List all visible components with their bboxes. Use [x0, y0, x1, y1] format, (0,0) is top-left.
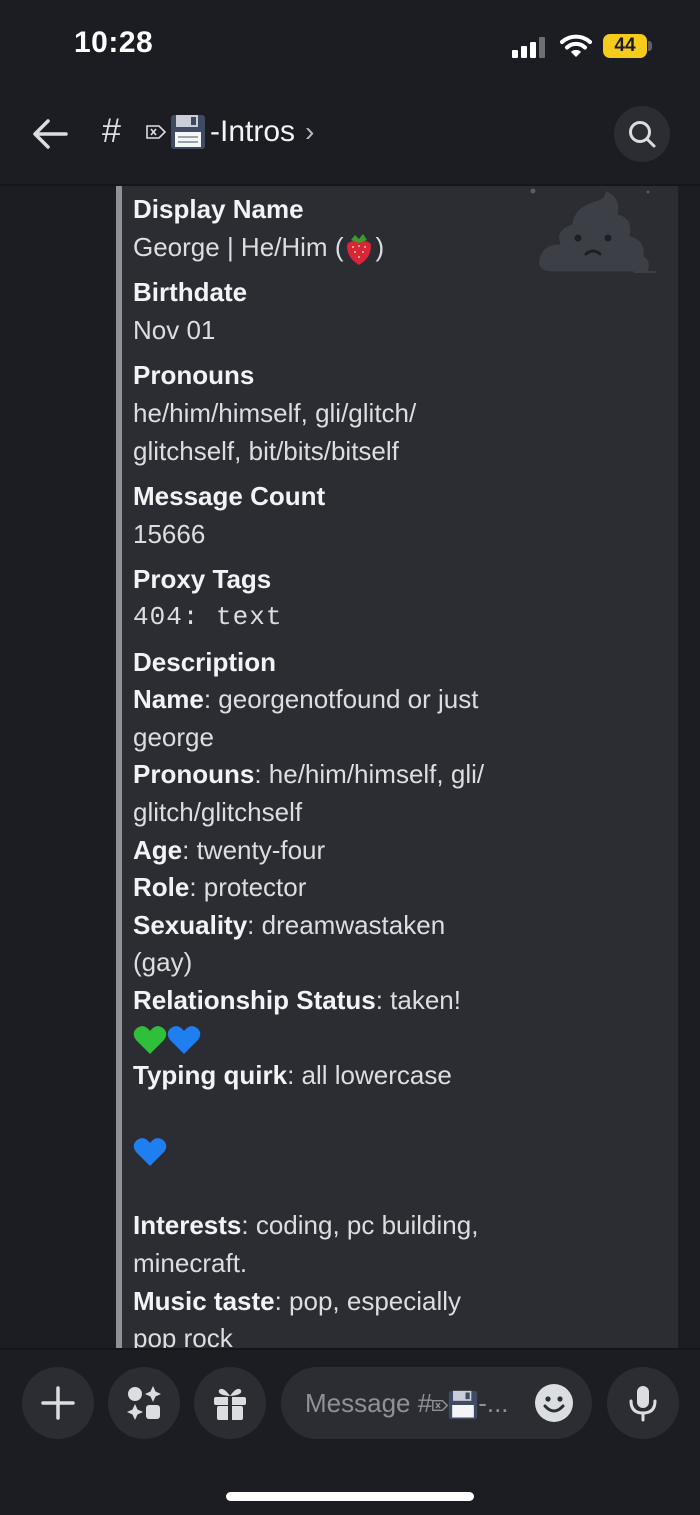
wifi-icon	[560, 34, 592, 57]
desc-age-line: Age: twenty-four	[133, 834, 326, 865]
emoji-picker-icon[interactable]	[534, 1383, 574, 1423]
add-attachment-button[interactable]	[22, 1367, 94, 1439]
desc-sexuality-line: Sexuality: dreamwastaken	[133, 909, 446, 940]
desc-interests-line: Interests: coding, pc building,	[133, 1210, 479, 1241]
description-body: Name: georgenotfound or just george Pron…	[133, 681, 533, 1358]
message-placeholder: Message # -...	[305, 1367, 525, 1439]
desc-typing-line: Typing quirk: all lowercase	[133, 1060, 452, 1091]
plus-icon	[41, 1386, 75, 1420]
channel-name: -Intros	[210, 115, 296, 148]
blue-heart-icon	[133, 1138, 167, 1167]
back-arrow-icon[interactable]	[30, 114, 70, 154]
channel-hash-icon: #	[102, 112, 121, 150]
keyboard-symbol-icon	[146, 125, 166, 139]
field-value-birthdate: Nov 01	[133, 315, 216, 346]
gift-button[interactable]	[194, 1367, 266, 1439]
embed-thumbnail-avatar	[530, 188, 656, 273]
desc-role-line: Role: protector	[133, 872, 307, 903]
channel-title[interactable]: -Intros ›	[146, 114, 314, 150]
cellular-signal-icon	[512, 36, 546, 58]
battery-tip	[648, 41, 652, 51]
field-name-proxy-tags: Proxy Tags	[133, 564, 272, 595]
blue-heart-icon	[167, 1025, 201, 1054]
composer-divider	[0, 1348, 700, 1350]
field-value-proxy-tags: 404: text	[133, 602, 283, 633]
gift-icon	[214, 1388, 246, 1420]
field-value-display-name: George | He/Him ( )	[133, 228, 533, 266]
embed-accent-bar	[116, 186, 122, 1349]
battery-indicator: 44	[603, 34, 647, 58]
field-name-display-name: Display Name	[133, 194, 304, 224]
field-name-pronouns: Pronouns	[133, 360, 255, 391]
apps-sparkle-icon	[127, 1386, 161, 1420]
desc-sexuality-line-2: (gay)	[133, 947, 193, 978]
green-heart-icon	[133, 1025, 167, 1054]
floppy-disk-icon	[171, 115, 205, 149]
apps-button[interactable]	[108, 1367, 180, 1439]
strawberry-emoji-icon	[347, 234, 372, 266]
desc-music-line: Music taste: pop, especially	[133, 1285, 462, 1316]
desc-heart-line	[133, 1132, 533, 1170]
microphone-icon	[629, 1386, 657, 1422]
desc-hearts-line	[133, 1019, 533, 1057]
chevron-right-icon: ›	[305, 116, 315, 147]
desc-name-line: Name: georgenotfound or just	[133, 684, 479, 715]
desc-pronouns-line-2: glitch/glitchself	[133, 796, 303, 827]
field-value-pronouns: he/him/himself, gli/glitch/ glitchself, …	[133, 398, 417, 467]
desc-name-line-2: george	[133, 721, 214, 752]
embed-content: Display Name George | He/Him ( ) Birthda…	[133, 190, 533, 1358]
desc-pronouns-line: Pronouns: he/him/himself, gli/	[133, 759, 485, 790]
desc-relationship-line: Relationship Status: taken!	[133, 984, 461, 1015]
home-indicator[interactable]	[226, 1492, 474, 1501]
voice-message-button[interactable]	[607, 1367, 679, 1439]
field-name-message-count: Message Count	[133, 481, 326, 512]
search-button[interactable]	[614, 106, 670, 162]
keyboard-symbol-icon	[432, 1399, 449, 1411]
field-value-message-count: 15666	[133, 519, 206, 550]
search-icon	[629, 121, 656, 148]
message-input[interactable]: Message # -...	[281, 1367, 592, 1439]
desc-interests-line-2: minecraft.	[133, 1248, 248, 1279]
floppy-disk-icon	[449, 1390, 478, 1420]
status-time: 10:28	[74, 26, 154, 59]
field-name-description: Description	[133, 647, 277, 678]
field-name-birthdate: Birthdate	[133, 277, 248, 308]
